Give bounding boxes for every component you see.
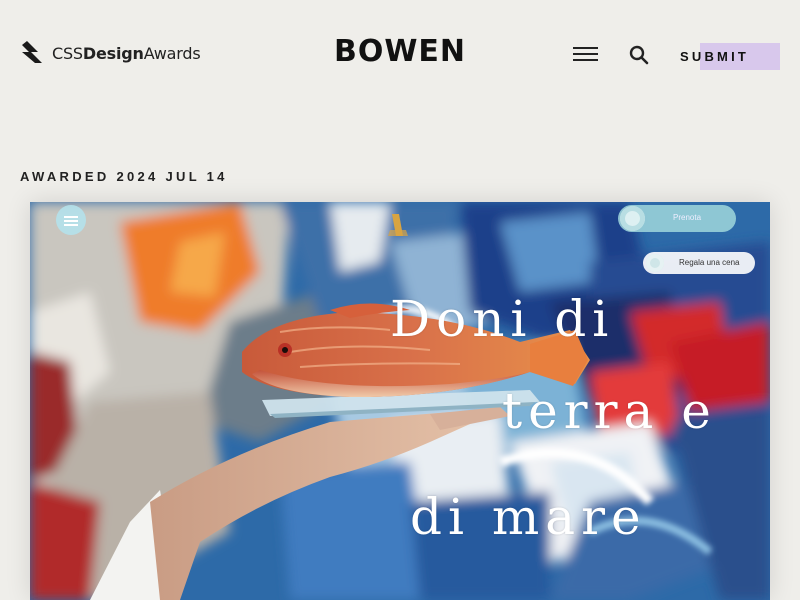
regala-label: Regala una cena [679,258,740,267]
menu-icon[interactable] [573,47,599,61]
awarded-date: AWARDED 2024 JUL 14 [20,169,228,184]
hero-headline-line-2: terra e [502,382,717,440]
site-screenshot[interactable]: Prenota Regala una cena Doni di terra e … [30,202,770,600]
regala-dot-icon [646,254,664,272]
prenota-label: Prenota [673,213,702,222]
top-header: CSSDesignAwards BOWEN SUBMIT [0,0,800,110]
regala-button[interactable]: Regala una cena [643,252,755,274]
submit-label: SUBMIT [680,49,750,64]
submit-button[interactable]: SUBMIT [680,43,780,70]
prenota-dot-icon [620,206,645,231]
site-menu-icon[interactable] [56,205,86,235]
prenota-button[interactable]: Prenota [618,205,736,232]
hero-headline-line-1: Doni di [390,290,615,348]
search-icon[interactable] [629,45,649,65]
hero-headline-line-3: di mare [410,488,647,546]
